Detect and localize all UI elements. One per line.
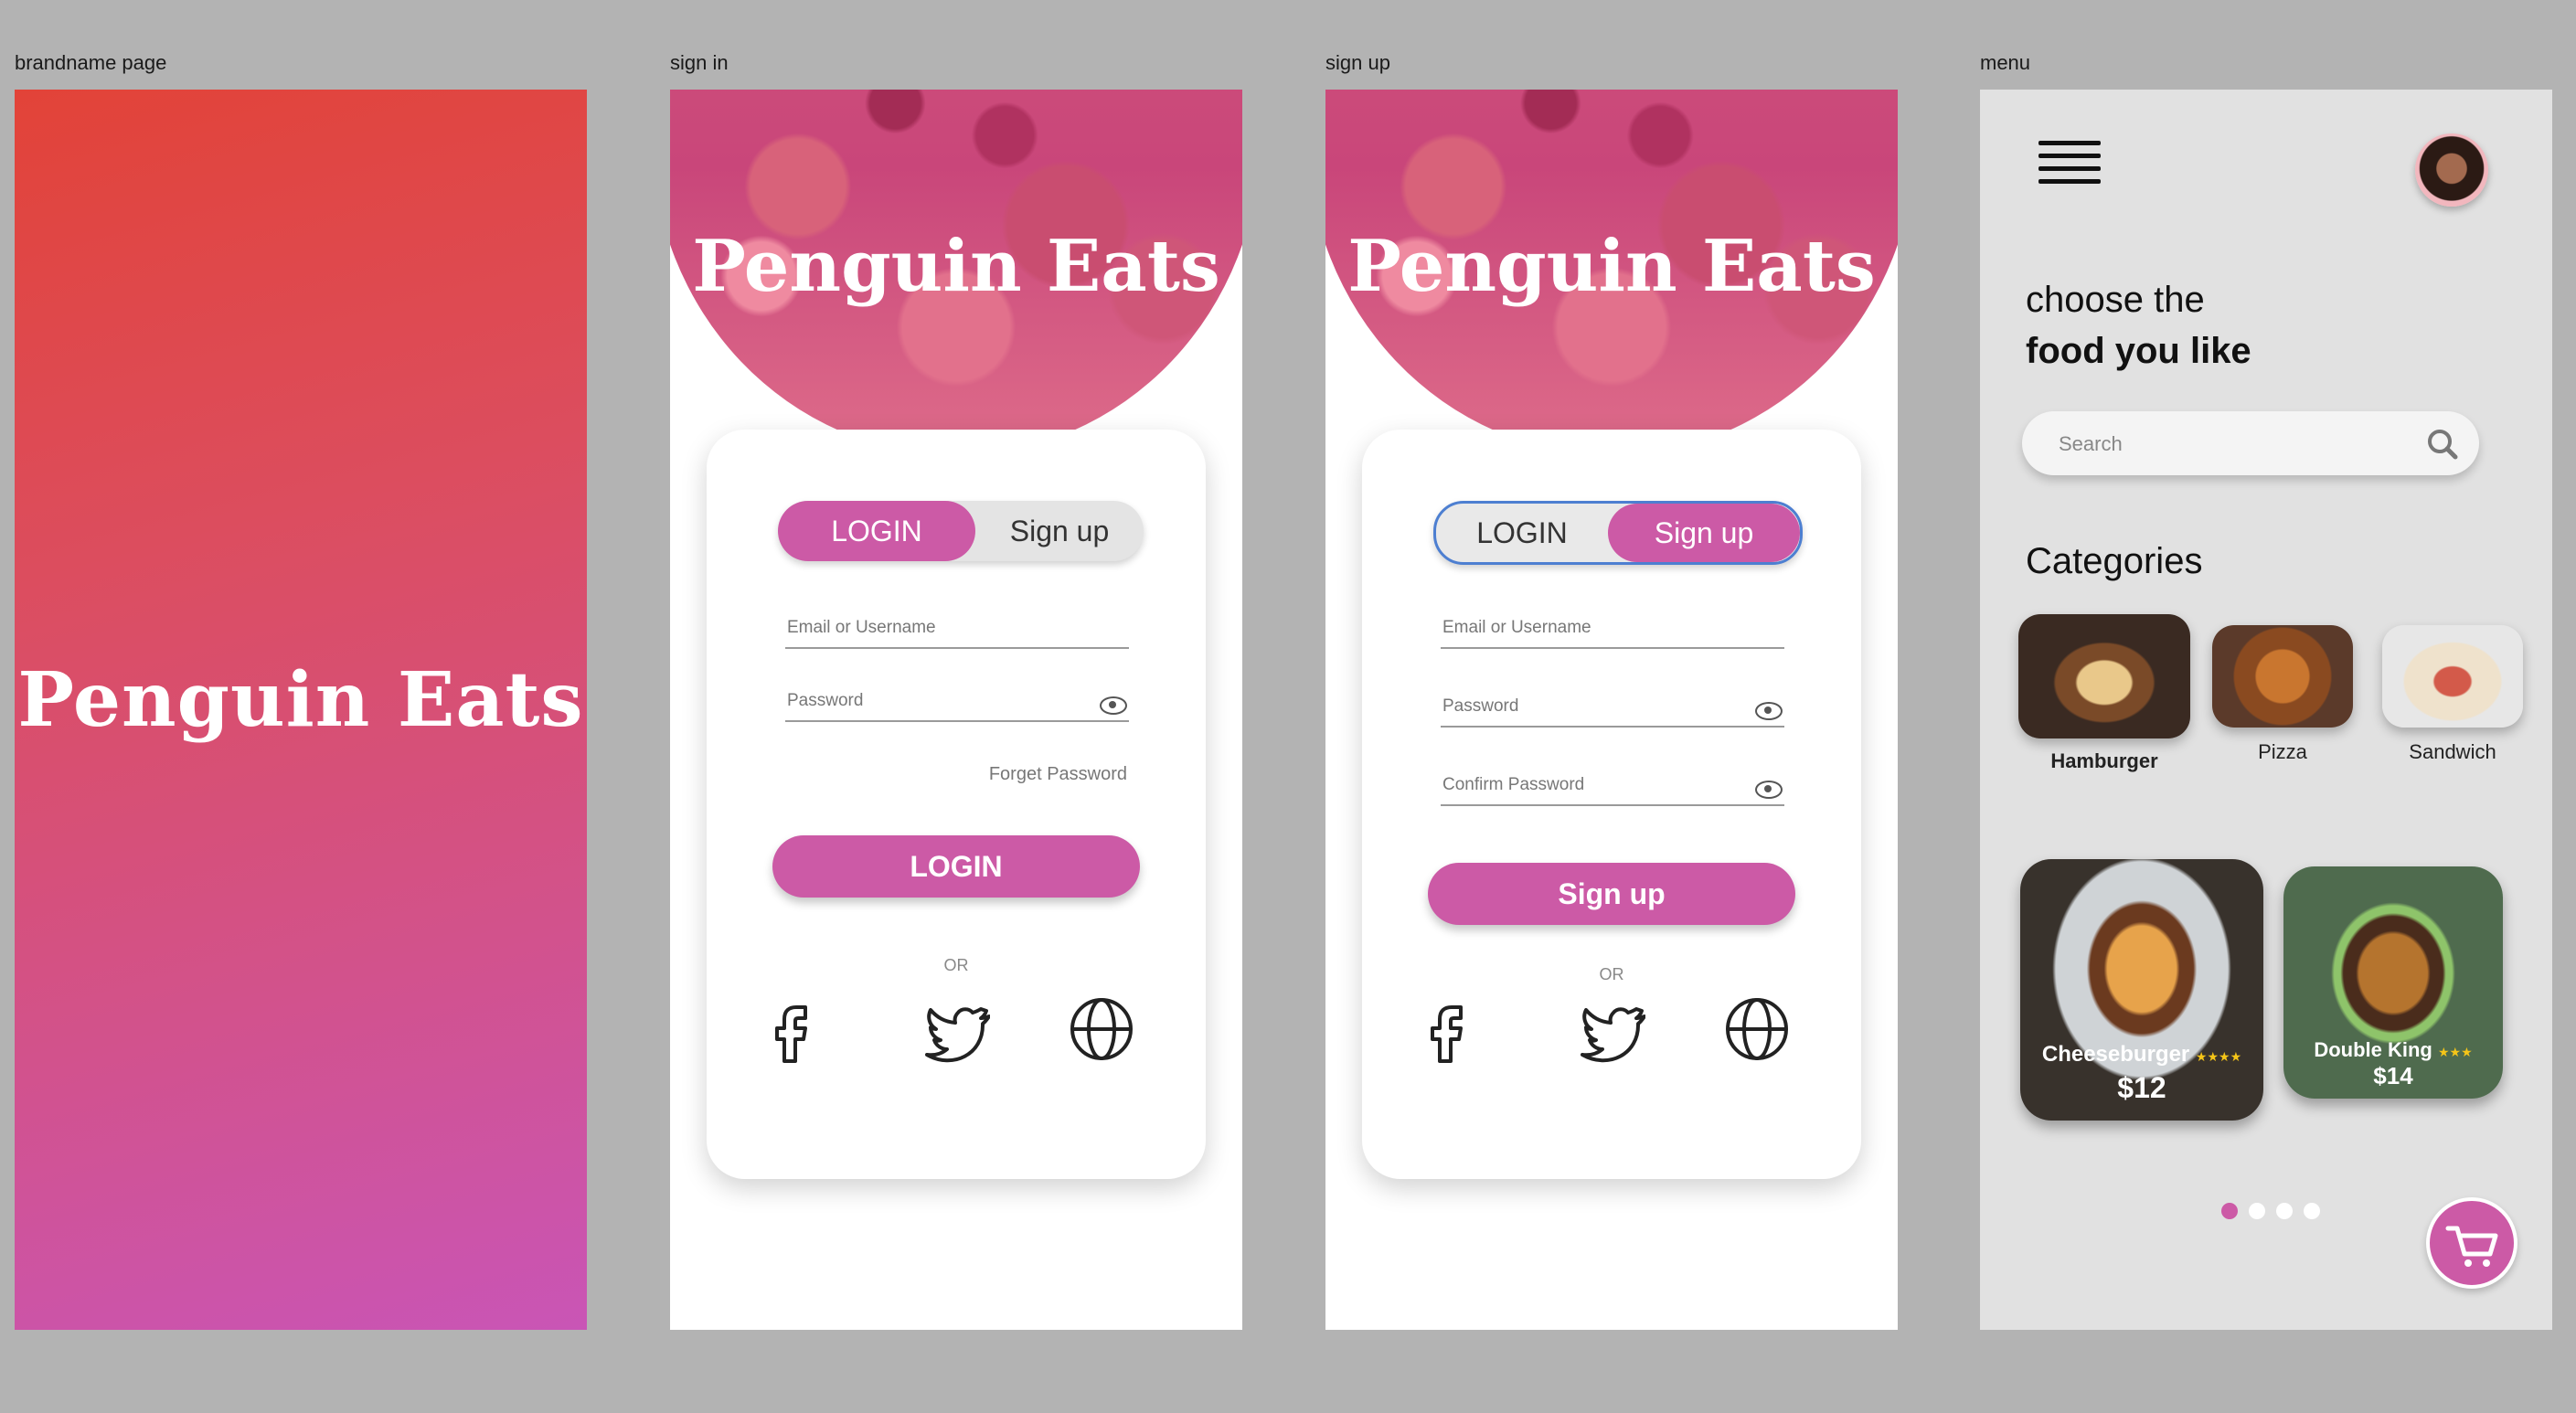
brand-logo: Penguin Eats (17, 656, 584, 744)
forgot-password-link[interactable]: Forget Password (989, 764, 1127, 785)
login-button[interactable]: LOGIN (772, 835, 1140, 898)
brand-frame: Penguin Eats (15, 90, 587, 1330)
email-field[interactable]: Email or Username (785, 611, 1129, 649)
signup-frame: Penguin Eats LOGIN Sign up Email or User… (1325, 90, 1898, 1330)
rating-stars: ★★★ (2438, 1045, 2473, 1059)
or-divider: OR (1599, 965, 1624, 983)
tab-login[interactable]: LOGIN (1436, 504, 1608, 562)
signup-card: LOGIN Sign up Email or Username Password… (1362, 430, 1861, 1179)
twitter-icon[interactable] (921, 994, 990, 1064)
signin-frame: Penguin Eats LOGIN Sign up Email or User… (670, 90, 1242, 1330)
frame-label-signup: sign up (1325, 51, 1390, 74)
facebook-icon[interactable] (1411, 994, 1481, 1064)
facebook-icon[interactable] (756, 994, 825, 1064)
frame-label-brand: brandname page (15, 51, 167, 74)
category-sandwich-label[interactable]: Sandwich (2382, 740, 2523, 764)
greeting-line2: food you like (2026, 331, 2251, 371)
email-placeholder: Email or Username (787, 618, 936, 637)
search-icon[interactable] (2426, 428, 2459, 461)
food-name: Cheeseburger ★★★★ (2020, 1042, 2263, 1068)
tab-signup[interactable]: Sign up (1608, 504, 1800, 562)
password-placeholder: Password (1442, 696, 1519, 716)
pagination-dot[interactable] (2249, 1203, 2265, 1219)
pagination-dot[interactable] (2276, 1203, 2293, 1219)
auth-toggle: LOGIN Sign up (778, 501, 1144, 561)
food-name: Double King ★★★ (2283, 1038, 2503, 1062)
confirm-password-field[interactable]: Confirm Password (1441, 768, 1784, 806)
password-field[interactable]: Password (785, 684, 1129, 722)
globe-icon[interactable] (1067, 994, 1136, 1064)
or-divider: OR (943, 956, 969, 974)
rating-stars: ★★★★ (2195, 1049, 2242, 1064)
eye-icon[interactable] (1755, 781, 1783, 799)
greeting-line1: choose the (2026, 280, 2205, 320)
signup-button[interactable]: Sign up (1428, 863, 1795, 925)
category-pizza-label[interactable]: Pizza (2212, 740, 2353, 764)
password-field[interactable]: Password (1441, 689, 1784, 728)
hero-title: Penguin Eats (692, 225, 1220, 308)
category-sandwich-image[interactable] (2382, 625, 2523, 728)
food-name-text: Cheeseburger (2041, 1042, 2190, 1067)
tab-login[interactable]: LOGIN (778, 501, 975, 561)
email-field[interactable]: Email or Username (1441, 611, 1784, 649)
email-placeholder: Email or Username (1442, 618, 1591, 637)
food-name-text: Double King (2314, 1038, 2432, 1061)
menu-frame: choose the food you like Categories Hamb… (1980, 90, 2552, 1330)
pagination-dot[interactable] (2304, 1203, 2320, 1219)
pagination-dot[interactable] (2221, 1203, 2238, 1219)
frame-label-signin: sign in (670, 51, 729, 74)
avatar[interactable] (2415, 133, 2488, 207)
food-price: $12 (2117, 1071, 2166, 1104)
search-bar (2022, 411, 2479, 475)
auth-toggle: LOGIN Sign up (1433, 501, 1803, 565)
globe-icon[interactable] (1722, 994, 1792, 1064)
hamburger-menu-icon[interactable] (2038, 141, 2101, 185)
food-card-cheeseburger[interactable]: Cheeseburger ★★★★ $12 (2020, 859, 2263, 1121)
frame-label-menu: menu (1980, 51, 2031, 74)
eye-icon[interactable] (1755, 702, 1783, 720)
signin-card: LOGIN Sign up Email or Username Password… (707, 430, 1206, 1179)
confirm-password-placeholder: Confirm Password (1442, 775, 1585, 794)
category-hamburger-image[interactable] (2018, 614, 2190, 738)
category-hamburger-label[interactable]: Hamburger (2018, 749, 2190, 773)
twitter-icon[interactable] (1576, 994, 1645, 1064)
food-price: $14 (2373, 1062, 2413, 1089)
tab-signup[interactable]: Sign up (975, 501, 1144, 561)
cart-icon (2445, 1226, 2498, 1267)
categories-title: Categories (2026, 541, 2203, 581)
password-placeholder: Password (787, 691, 864, 710)
hero-title: Penguin Eats (1347, 225, 1876, 308)
cart-button[interactable] (2426, 1197, 2517, 1289)
search-input[interactable] (2057, 428, 2408, 461)
category-pizza-image[interactable] (2212, 625, 2353, 728)
eye-icon[interactable] (1100, 696, 1127, 715)
food-card-double-king[interactable]: Double King ★★★ $14 (2283, 866, 2503, 1099)
